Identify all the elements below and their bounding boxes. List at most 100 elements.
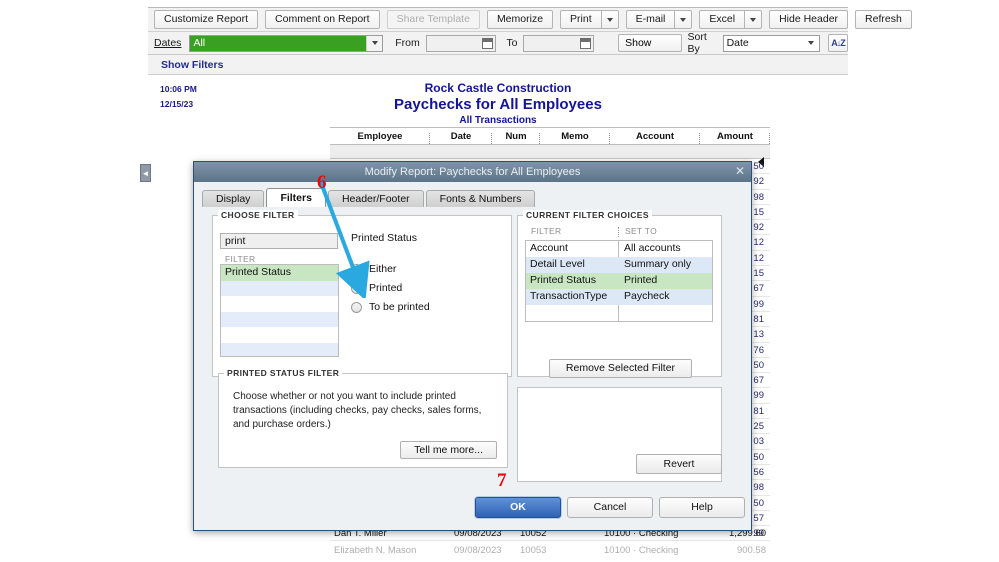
- sort-by-label: Sort By: [687, 31, 707, 55]
- annotation-step-7: 7: [497, 470, 507, 491]
- report-company-name: Rock Castle Construction: [424, 81, 572, 95]
- print-button[interactable]: Print: [560, 10, 601, 29]
- radio-icon[interactable]: [351, 301, 362, 313]
- cell-amount: 50: [753, 497, 764, 509]
- tab-fonts-numbers[interactable]: Fonts & Numbers: [425, 190, 536, 207]
- filter-description-text: Choose whether or not you want to includ…: [233, 391, 482, 430]
- dates-dropdown-arrow[interactable]: [366, 35, 383, 51]
- cell-amount: 81: [753, 313, 764, 325]
- to-date-input[interactable]: [523, 34, 595, 52]
- column-divider[interactable]: [769, 132, 770, 144]
- current-filter-value: Paycheck: [624, 290, 670, 302]
- dialog-title: Modify Report: Paychecks for All Employe…: [364, 166, 581, 178]
- column-header-account[interactable]: Account: [610, 131, 700, 144]
- report-toolbar: Customize Report Comment on Report Share…: [148, 7, 912, 32]
- hide-header-button[interactable]: Hide Header: [769, 10, 849, 29]
- cell-amount: 92: [753, 176, 764, 188]
- cell-amount: 92: [753, 222, 764, 234]
- revert-button[interactable]: Revert: [636, 454, 722, 474]
- remove-selected-filter-button[interactable]: Remove Selected Filter: [549, 359, 692, 378]
- sort-order-button[interactable]: A↓Z: [828, 34, 849, 52]
- filter-description-panel: Choose whether or not you want to includ…: [218, 373, 508, 468]
- radio-option-to-be-printed[interactable]: To be printed: [351, 301, 430, 313]
- column-header-num[interactable]: Num: [492, 131, 540, 144]
- cell-amount: 50: [753, 359, 764, 371]
- current-filter-choices-table[interactable]: Account All accounts Detail Level Summary o…: [525, 240, 713, 322]
- current-filter-name: Printed Status: [530, 274, 596, 286]
- email-split-button[interactable]: E-mail: [625, 10, 693, 29]
- current-filter-choices-header: FILTER SET TO: [527, 226, 713, 239]
- memorize-button[interactable]: Memorize: [486, 10, 554, 29]
- sort-az-icon: A↓Z: [831, 38, 845, 48]
- ok-button[interactable]: OK: [475, 497, 561, 518]
- column-header-employee[interactable]: Employee: [330, 131, 430, 144]
- sort-by-select[interactable]: Date: [722, 34, 821, 52]
- dates-select[interactable]: All: [189, 34, 384, 52]
- column-divider[interactable]: [618, 227, 619, 237]
- to-label: To: [506, 37, 518, 49]
- choose-filter-group-label: CHOOSE FILTER: [218, 210, 298, 220]
- excel-dropdown-button[interactable]: [744, 10, 763, 29]
- cell-amount: 99: [753, 390, 764, 402]
- dialog-footer: OK Cancel Help: [194, 486, 751, 530]
- chevron-down-icon: [808, 41, 815, 45]
- show-open-button[interactable]: Show Open: [618, 34, 682, 65]
- tell-me-more-button[interactable]: Tell me more...: [400, 441, 497, 459]
- scroll-left-handle[interactable]: ◄: [140, 164, 151, 182]
- report-table-header: Employee Date Num Memo Account Amount: [330, 127, 770, 145]
- filter-list-item[interactable]: [221, 342, 338, 356]
- cell-amount: 57: [753, 512, 764, 524]
- excel-split-button[interactable]: Excel: [699, 10, 763, 29]
- cell-amount: 81: [753, 405, 764, 417]
- dialog-title-bar[interactable]: Modify Report: Paychecks for All Employe…: [194, 162, 751, 182]
- tab-display[interactable]: Display: [202, 190, 265, 207]
- from-date-input[interactable]: [425, 34, 497, 52]
- radio-label: To be printed: [369, 301, 430, 313]
- column-header-memo[interactable]: Memo: [540, 131, 610, 144]
- table-row[interactable]: Elizabeth N. Mason 09/08/2023 10053 1010…: [330, 545, 770, 562]
- filter-list-item[interactable]: [221, 327, 338, 343]
- current-filter-row[interactable]: Account All accounts: [526, 241, 712, 257]
- dates-label: Dates: [154, 37, 182, 49]
- cancel-button[interactable]: Cancel: [567, 497, 653, 518]
- show-filters-link[interactable]: Show Filters: [148, 55, 848, 75]
- current-filter-name: Account: [530, 242, 568, 254]
- sort-by-dropdown-arrow[interactable]: [803, 36, 819, 51]
- current-filter-value: All accounts: [624, 242, 681, 254]
- cell-amount: 76: [753, 344, 764, 356]
- cell-amount: 99: [753, 298, 764, 310]
- column-header-date[interactable]: Date: [430, 131, 492, 144]
- current-filter-row[interactable]: [526, 305, 712, 321]
- report-title: Paychecks for All Employees: [394, 96, 602, 113]
- filter-list-header: FILTER: [225, 254, 256, 264]
- customize-report-button[interactable]: Customize Report: [154, 10, 259, 29]
- help-button[interactable]: Help: [659, 497, 745, 518]
- calendar-icon[interactable]: [482, 37, 494, 49]
- current-filter-value: Summary only: [624, 258, 692, 270]
- screen: Customize Report Comment on Report Share…: [0, 0, 999, 562]
- current-filter-row[interactable]: Printed Status Printed: [526, 273, 712, 289]
- email-button[interactable]: E-mail: [625, 10, 675, 29]
- print-dropdown-button[interactable]: [600, 10, 619, 29]
- email-dropdown-button[interactable]: [674, 10, 693, 29]
- current-filter-row[interactable]: Detail Level Summary only: [526, 257, 712, 273]
- close-icon[interactable]: ✕: [735, 164, 745, 178]
- cell-amount: 98: [753, 482, 764, 494]
- excel-button[interactable]: Excel: [699, 10, 745, 29]
- cell-amount: 50: [753, 451, 764, 463]
- cell-account: 10100 · Checking: [604, 545, 679, 556]
- filter-description-group-label: PRINTED STATUS FILTER: [224, 368, 343, 378]
- calendar-icon[interactable]: [580, 37, 592, 49]
- column-header-amount[interactable]: Amount: [700, 131, 770, 144]
- current-filter-value: Printed: [624, 274, 658, 286]
- cell-amount: 900.58: [736, 545, 766, 556]
- refresh-button[interactable]: Refresh: [855, 10, 912, 29]
- comment-on-report-button[interactable]: Comment on Report: [265, 10, 380, 29]
- cell-date: 09/08/2023: [454, 545, 502, 556]
- cell-amount: 12: [753, 237, 764, 249]
- cell-amount: 67: [753, 375, 764, 387]
- filter-list-item[interactable]: [221, 311, 338, 327]
- current-filter-row[interactable]: TransactionType Paycheck: [526, 289, 712, 305]
- print-split-button[interactable]: Print: [560, 10, 619, 29]
- filter-list-item[interactable]: [221, 296, 338, 312]
